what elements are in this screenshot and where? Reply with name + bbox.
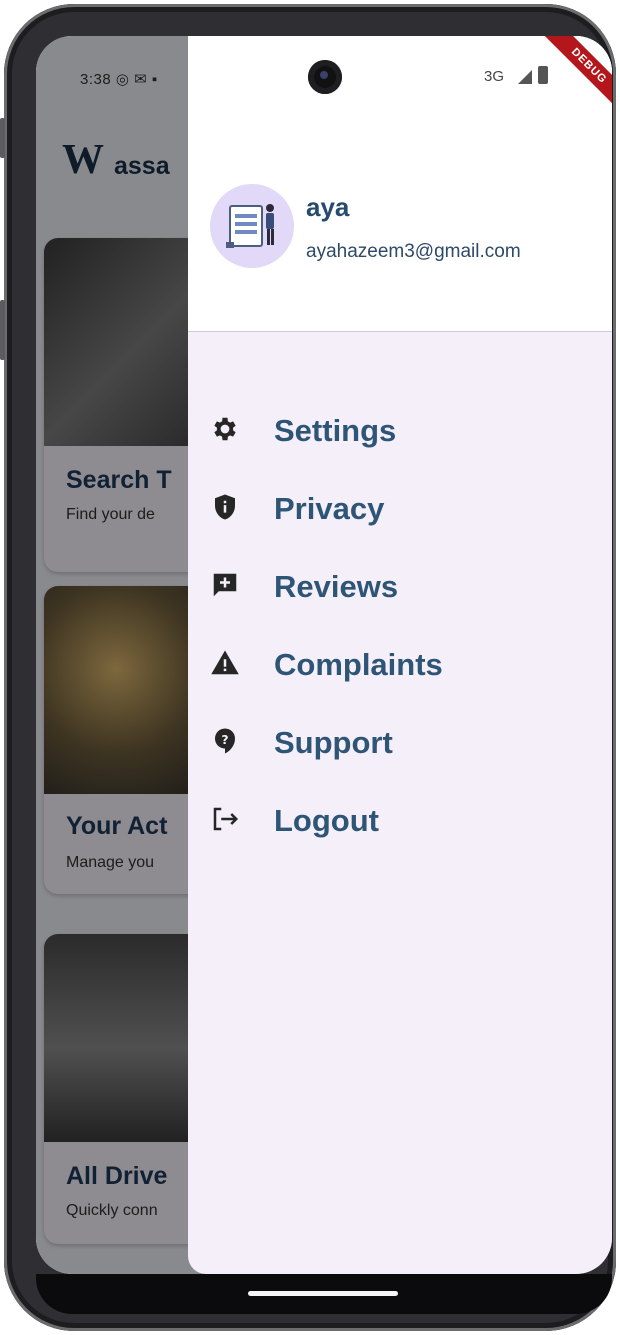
menu-item-support[interactable]: ? Support: [188, 708, 612, 778]
menu-label-reviews: Reviews: [274, 569, 399, 604]
status-network: 3G: [484, 68, 505, 85]
svg-text:?: ?: [221, 732, 228, 747]
help-icon: ?: [215, 728, 235, 754]
menu-label-privacy: Privacy: [274, 491, 385, 526]
menu-label-logout: Logout: [274, 803, 380, 838]
home-indicator[interactable]: [248, 1291, 398, 1296]
navigation-bar: [36, 1274, 612, 1314]
user-name: aya: [306, 192, 350, 222]
menu-item-reviews[interactable]: Reviews: [188, 552, 612, 622]
screen: 3:38 ◎ ✉ ▪ W assa Search T Find your de …: [36, 36, 612, 1274]
review-icon: [213, 573, 237, 597]
menu-label-settings: Settings: [274, 413, 397, 448]
phone-side-button: [0, 300, 5, 360]
logout-icon: [213, 807, 239, 831]
warning-icon: [211, 650, 239, 675]
gear-icon: [214, 417, 236, 441]
phone-side-button: [0, 118, 5, 158]
drawer-header: 3G DEBUG aya ayahazeem3@gmail.com: [188, 36, 612, 332]
menu-label-support: Support: [274, 725, 393, 760]
user-email: ayahazeem3@gmail.com: [306, 241, 521, 262]
navigation-drawer: 3G DEBUG aya ayahazeem3@gmail.com Settin…: [188, 36, 612, 1274]
menu-label-complaints: Complaints: [274, 647, 443, 682]
menu-item-logout[interactable]: Logout: [188, 786, 612, 856]
menu-item-privacy[interactable]: Privacy: [188, 474, 612, 544]
menu-item-complaints[interactable]: Complaints: [188, 630, 612, 700]
menu-item-settings[interactable]: Settings: [188, 396, 612, 466]
avatar-illustration-icon: [226, 204, 274, 248]
signal-icon: [518, 70, 532, 84]
battery-icon: [538, 66, 548, 84]
shield-icon: [215, 494, 235, 520]
avatar[interactable]: [210, 184, 294, 268]
front-camera: [308, 60, 342, 94]
debug-banner: DEBUG: [543, 36, 612, 112]
